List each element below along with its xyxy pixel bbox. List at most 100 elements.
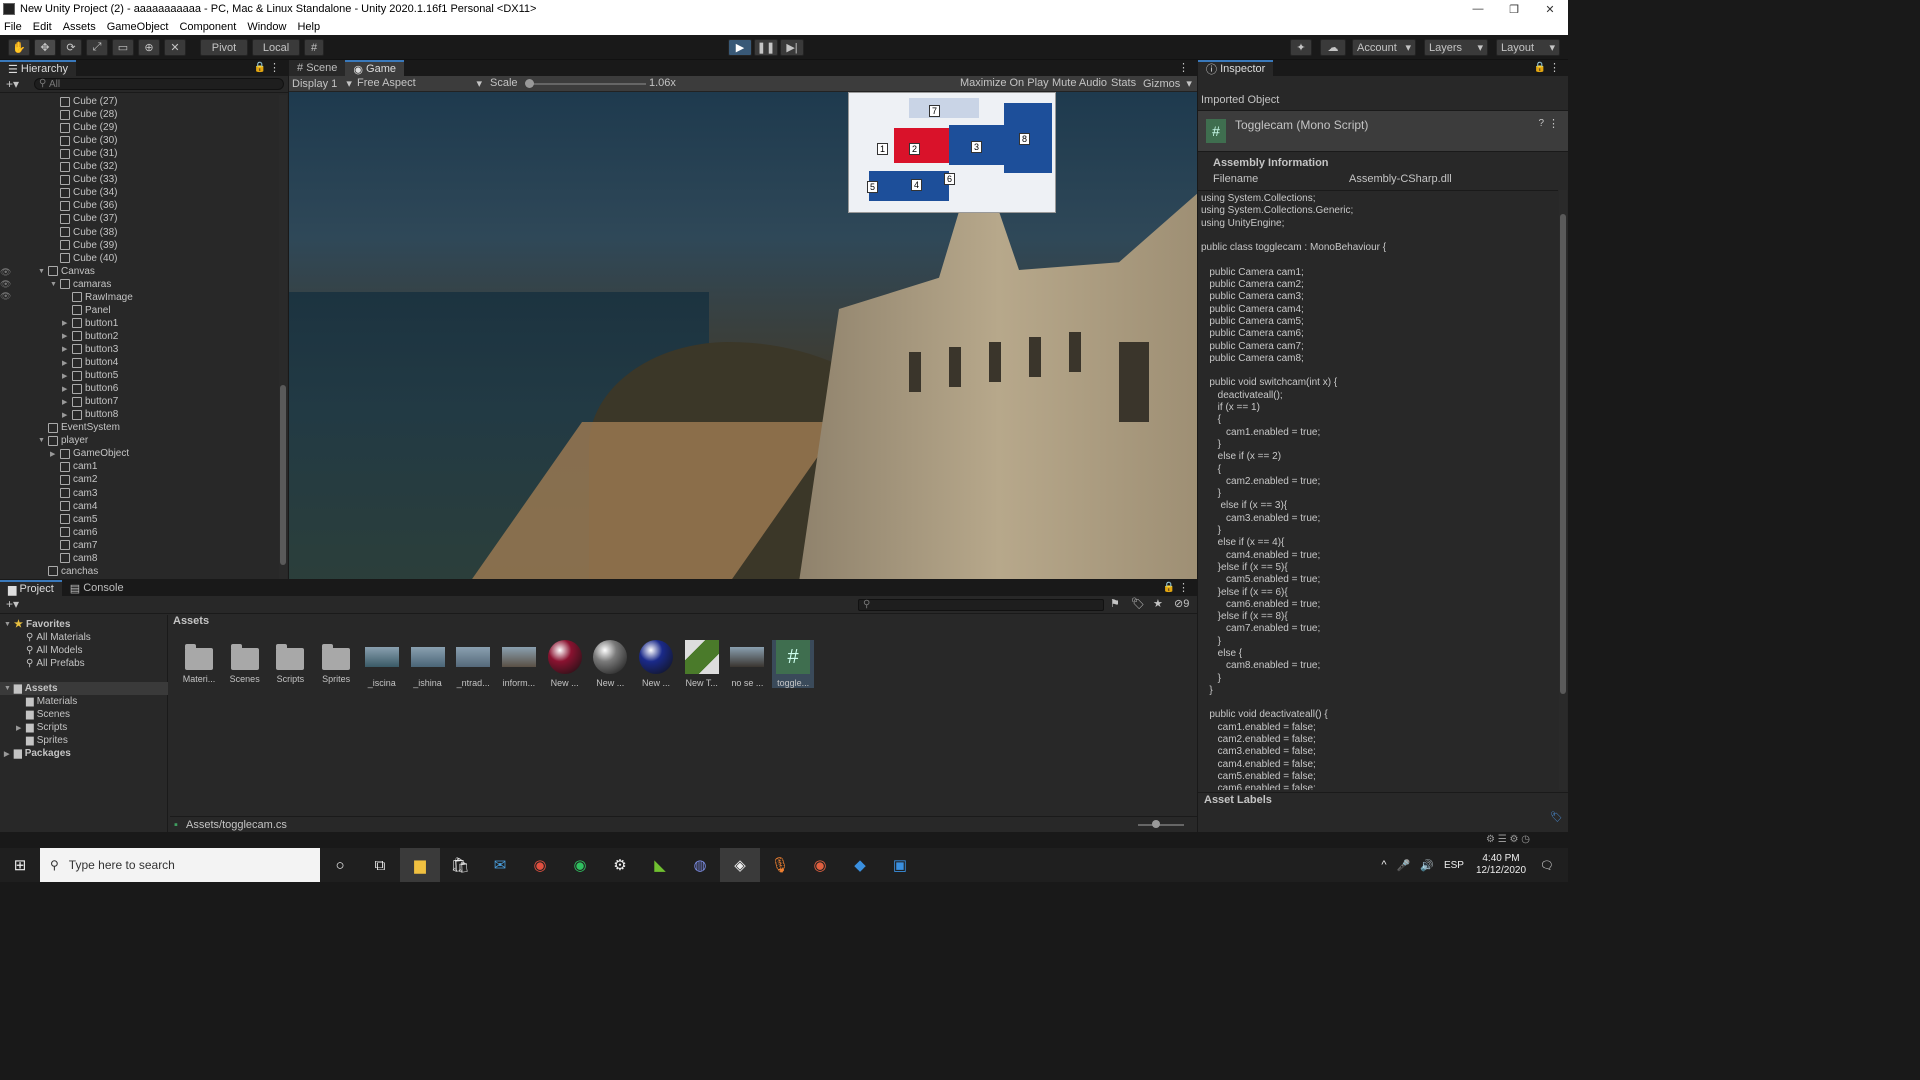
hierarchy-item[interactable]: Cube (34) bbox=[50, 186, 117, 199]
cortana-icon[interactable]: ○ bbox=[320, 848, 360, 882]
game-viewport[interactable]: 1 2 3 4 5 6 7 8 bbox=[289, 92, 1197, 579]
hierarchy-item[interactable]: Cube (29) bbox=[50, 121, 117, 134]
minimize-button[interactable]: — bbox=[1460, 3, 1496, 15]
hierarchy-item[interactable]: ▼ Canvas bbox=[38, 265, 95, 278]
hierarchy-item[interactable]: cam2 bbox=[50, 473, 97, 486]
hierarchy-item[interactable]: cam6 bbox=[50, 526, 97, 539]
hierarchy-item[interactable]: ▶ button7 bbox=[62, 395, 118, 408]
account-dropdown[interactable]: Account ▾ bbox=[1352, 39, 1416, 56]
discord-icon[interactable]: ◍ bbox=[680, 848, 720, 882]
menu-gameobject[interactable]: GameObject bbox=[107, 21, 169, 33]
favorite-star-icon[interactable]: ★ bbox=[1153, 597, 1163, 610]
hierarchy-item[interactable]: ▶ button1 bbox=[62, 317, 118, 330]
collapse-arrow-icon[interactable]: ▶ bbox=[62, 372, 70, 380]
more-menu-icon[interactable]: ⋮ bbox=[1178, 581, 1189, 594]
more-menu-icon[interactable]: ⋮ bbox=[1549, 61, 1560, 74]
help-icon[interactable]: ? bbox=[1538, 118, 1544, 129]
display-dropdown[interactable]: Display 1 ▾ bbox=[292, 77, 352, 90]
hierarchy-item[interactable]: ▼ player bbox=[38, 434, 88, 447]
filter-label-icon[interactable]: 🏷 bbox=[1131, 597, 1145, 610]
photos-icon[interactable]: ▣ bbox=[880, 848, 920, 882]
collapse-arrow-icon[interactable]: ▶ bbox=[62, 319, 70, 327]
asset-item[interactable]: New ... bbox=[544, 640, 586, 688]
collab-icon[interactable]: ✦ bbox=[1290, 39, 1312, 56]
folder-sprites[interactable]: ▆ Sprites bbox=[26, 734, 68, 747]
hierarchy-item[interactable]: cam4 bbox=[50, 500, 97, 513]
hidden-packages-toggle[interactable]: ⊘9 bbox=[1174, 597, 1189, 610]
hierarchy-item[interactable]: RawImage bbox=[62, 291, 133, 304]
tag-icon[interactable]: 🏷 bbox=[1550, 812, 1563, 823]
more-menu-icon[interactable]: ⋮ bbox=[1178, 61, 1189, 74]
rotate-tool-icon[interactable]: ⟳ bbox=[60, 39, 82, 56]
hierarchy-item[interactable]: Cube (36) bbox=[50, 199, 117, 212]
aspect-dropdown[interactable]: Free Aspect ▾ bbox=[357, 77, 482, 90]
microphone-tray-icon[interactable]: 🎤 bbox=[1397, 859, 1411, 872]
asset-item[interactable]: inform... bbox=[498, 640, 540, 688]
favorite-all-models[interactable]: ⚲ All Models bbox=[26, 644, 82, 657]
hierarchy-item[interactable]: Cube (39) bbox=[50, 239, 117, 252]
favorite-all-prefabs[interactable]: ⚲ All Prefabs bbox=[26, 657, 85, 670]
packages-item[interactable]: ▶ ▆ Packages bbox=[4, 747, 71, 760]
menu-assets[interactable]: Assets bbox=[63, 21, 96, 33]
expand-arrow-icon[interactable]: ▼ bbox=[38, 437, 46, 444]
hierarchy-item[interactable]: Cube (31) bbox=[50, 147, 117, 160]
tray-chevron-icon[interactable]: ^ bbox=[1381, 859, 1386, 871]
expand-arrow-icon[interactable]: ▼ bbox=[38, 268, 46, 275]
folder-materials[interactable]: ▆ Materials bbox=[26, 695, 77, 708]
hierarchy-item[interactable]: Cube (33) bbox=[50, 173, 117, 186]
tab-project[interactable]: ▆ Project bbox=[0, 580, 62, 596]
hierarchy-item[interactable]: ▶ button2 bbox=[62, 330, 118, 343]
settings-gear-icon[interactable]: ⚙ bbox=[600, 848, 640, 882]
chrome-icon[interactable]: ◉ bbox=[520, 848, 560, 882]
hierarchy-item[interactable]: Cube (32) bbox=[50, 160, 117, 173]
scale-slider-track[interactable] bbox=[526, 83, 646, 85]
hierarchy-item[interactable]: canchas bbox=[38, 565, 98, 578]
breadcrumb[interactable]: Assets bbox=[173, 615, 209, 627]
asset-item[interactable]: _ntrad... bbox=[452, 640, 494, 688]
menu-edit[interactable]: Edit bbox=[33, 21, 52, 33]
vscode-icon[interactable]: ◆ bbox=[840, 848, 880, 882]
tab-hierarchy[interactable]: ☰ Hierarchy bbox=[0, 60, 76, 76]
windows-start-icon[interactable]: ⊞ bbox=[0, 848, 40, 882]
microphone-app-icon[interactable]: 🎙 bbox=[760, 848, 800, 882]
taskbar-search-box[interactable]: ⚲ Type here to search bbox=[40, 848, 320, 882]
scale-tool-icon[interactable]: ⤢ bbox=[86, 39, 108, 56]
collapse-arrow-icon[interactable]: ▶ bbox=[62, 411, 70, 419]
hierarchy-search-input[interactable]: ⚲ All bbox=[34, 78, 284, 90]
hierarchy-item[interactable]: cam8 bbox=[50, 552, 97, 565]
tab-game[interactable]: ◉ Game bbox=[345, 60, 405, 76]
play-button[interactable]: ▶ bbox=[728, 39, 752, 56]
lock-icon[interactable]: 🔒 bbox=[1534, 62, 1546, 73]
mute-audio-toggle[interactable]: Mute Audio bbox=[1052, 77, 1107, 89]
expand-arrow-icon[interactable]: ▼ bbox=[50, 281, 58, 288]
scale-slider-thumb[interactable] bbox=[525, 79, 534, 88]
gizmos-dropdown[interactable]: Gizmos ▾ bbox=[1143, 77, 1192, 90]
hand-tool-icon[interactable]: ✋ bbox=[8, 39, 30, 56]
more-menu-icon[interactable]: ⋮ bbox=[269, 61, 280, 74]
hierarchy-item[interactable]: Cube (27) bbox=[50, 95, 117, 108]
language-indicator[interactable]: ESP bbox=[1444, 860, 1464, 871]
hierarchy-item[interactable]: ▶ button3 bbox=[62, 343, 118, 356]
collapse-arrow-icon[interactable]: ▶ bbox=[62, 359, 70, 367]
stats-toggle[interactable]: Stats bbox=[1111, 77, 1136, 89]
store-icon[interactable]: 🛍 bbox=[440, 848, 480, 882]
menu-window[interactable]: Window bbox=[247, 21, 286, 33]
collapse-arrow-icon[interactable]: ▶ bbox=[62, 345, 70, 353]
nvidia-icon[interactable]: ◣ bbox=[640, 848, 680, 882]
asset-item[interactable]: Scripts bbox=[269, 640, 311, 684]
menu-help[interactable]: Help bbox=[297, 21, 320, 33]
chrome-profile-icon[interactable]: ◉ bbox=[800, 848, 840, 882]
tab-scene[interactable]: # Scene bbox=[289, 60, 346, 76]
scrollbar-thumb[interactable] bbox=[1560, 214, 1566, 694]
lock-icon[interactable]: 🔒 bbox=[254, 62, 266, 73]
unity-taskbar-icon[interactable]: ◈ bbox=[720, 848, 760, 882]
asset-item[interactable]: Scenes bbox=[224, 640, 266, 684]
hierarchy-item[interactable]: ▶ button8 bbox=[62, 408, 118, 421]
collapse-arrow-icon[interactable]: ▶ bbox=[62, 332, 70, 340]
asset-item[interactable]: New ... bbox=[589, 640, 631, 688]
hierarchy-item[interactable]: Cube (38) bbox=[50, 226, 117, 239]
icon-size-slider-thumb[interactable] bbox=[1152, 820, 1160, 828]
local-toggle[interactable]: Local bbox=[252, 39, 300, 56]
asset-item[interactable]: New ... bbox=[635, 640, 677, 688]
favorite-all-materials[interactable]: ⚲ All Materials bbox=[26, 631, 91, 644]
